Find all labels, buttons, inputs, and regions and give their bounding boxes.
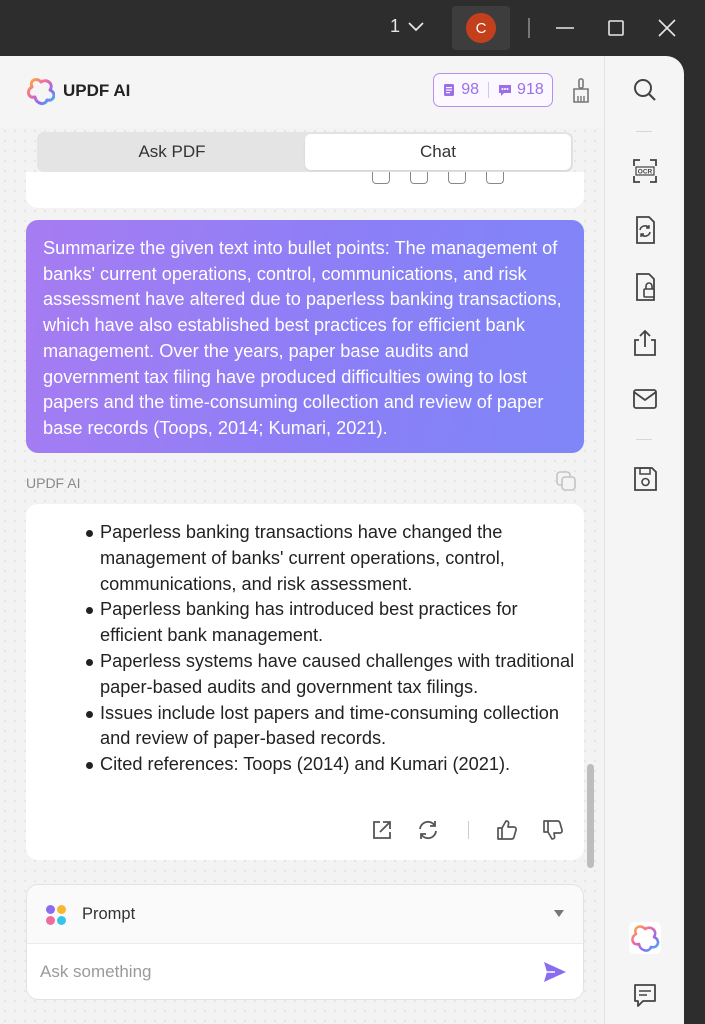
sidebar-separator (636, 439, 652, 440)
maximize-icon[interactable] (606, 14, 626, 42)
ai-response-list: Paperless banking transactions have chan… (86, 520, 576, 778)
close-icon[interactable] (656, 14, 678, 42)
credits-divider (488, 82, 490, 98)
regenerate-icon[interactable] (410, 172, 428, 184)
app-title: UPDF AI (63, 81, 131, 100)
page-number: 1 (390, 16, 401, 36)
ask-input-row (27, 943, 583, 999)
open-external-icon[interactable] (370, 818, 394, 842)
credits-badge[interactable]: 98 918 (433, 73, 553, 107)
window-titlebar: 1 C (0, 0, 705, 56)
list-item: Issues include lost papers and time-cons… (86, 701, 576, 753)
open-external-icon[interactable] (372, 172, 390, 184)
avatar: C (466, 13, 496, 43)
prompt-icon (46, 905, 66, 925)
previous-message-card (26, 172, 584, 208)
chat-scrollbar[interactable] (587, 764, 594, 868)
prompt-label: Prompt (82, 905, 136, 923)
copy-icon[interactable] (555, 470, 577, 492)
ai-response-card: Paperless banking transactions have chan… (26, 504, 584, 860)
search-icon[interactable] (628, 73, 662, 107)
previous-message-actions (372, 172, 504, 184)
caret-down-icon (554, 910, 564, 917)
share-icon[interactable] (628, 326, 662, 360)
tab-ask-pdf[interactable]: Ask PDF (39, 134, 305, 170)
convert-icon[interactable] (628, 213, 662, 247)
credits-chat-count: 918 (517, 81, 544, 98)
chevron-down-icon (408, 21, 424, 31)
response-actions (370, 818, 565, 842)
actions-divider (468, 821, 469, 839)
titlebar-divider (528, 18, 530, 38)
clear-chat-broom-icon[interactable] (570, 77, 592, 105)
regenerate-icon[interactable] (416, 818, 440, 842)
sidebar-separator (636, 131, 652, 132)
comment-icon[interactable] (628, 978, 662, 1012)
thumbs-down-icon[interactable] (541, 818, 565, 842)
save-icon[interactable] (628, 462, 662, 496)
credits-pdf-count: 98 (461, 81, 480, 98)
mode-tabs: Ask PDF Chat (37, 132, 573, 172)
thumbs-down-icon[interactable] (486, 172, 504, 184)
document-icon (444, 84, 455, 96)
ai-header: UPDF AI 98 918 (0, 56, 604, 128)
account-button[interactable]: C (452, 6, 510, 50)
list-item: Paperless systems have caused challenges… (86, 649, 576, 701)
chat-area: UPDF AI 98 918 Ask PDF Chat Summarize th… (0, 56, 604, 1024)
list-item: Cited references: Toops (2014) and Kumar… (86, 752, 576, 778)
mail-icon[interactable] (628, 382, 662, 416)
thumbs-up-icon[interactable] (448, 172, 466, 184)
ai-sender-label: UPDF AI (26, 475, 81, 491)
list-item: Paperless banking has introduced best pr… (86, 597, 576, 649)
sidebar-divider (604, 56, 605, 1024)
send-icon[interactable] (542, 960, 568, 984)
composer: Prompt (26, 884, 584, 1000)
user-message-bubble: Summarize the given text into bullet poi… (26, 220, 584, 453)
svg-text:OCR: OCR (638, 169, 653, 176)
minimize-icon[interactable] (555, 14, 575, 42)
page-selector[interactable]: 1 (390, 16, 424, 37)
protect-icon[interactable] (628, 270, 662, 304)
list-item: Paperless banking transactions have chan… (86, 520, 576, 597)
updf-logo-icon (27, 78, 55, 106)
prompt-selector[interactable]: Prompt (27, 885, 583, 943)
ocr-icon[interactable]: OCR (628, 154, 662, 188)
ask-input[interactable] (40, 956, 520, 988)
tab-chat[interactable]: Chat (305, 134, 571, 170)
chat-bubble-icon (499, 85, 512, 96)
updf-ai-icon[interactable] (628, 921, 662, 955)
main-panel: UPDF AI 98 918 Ask PDF Chat Summarize th… (0, 56, 684, 1024)
thumbs-up-icon[interactable] (495, 818, 519, 842)
